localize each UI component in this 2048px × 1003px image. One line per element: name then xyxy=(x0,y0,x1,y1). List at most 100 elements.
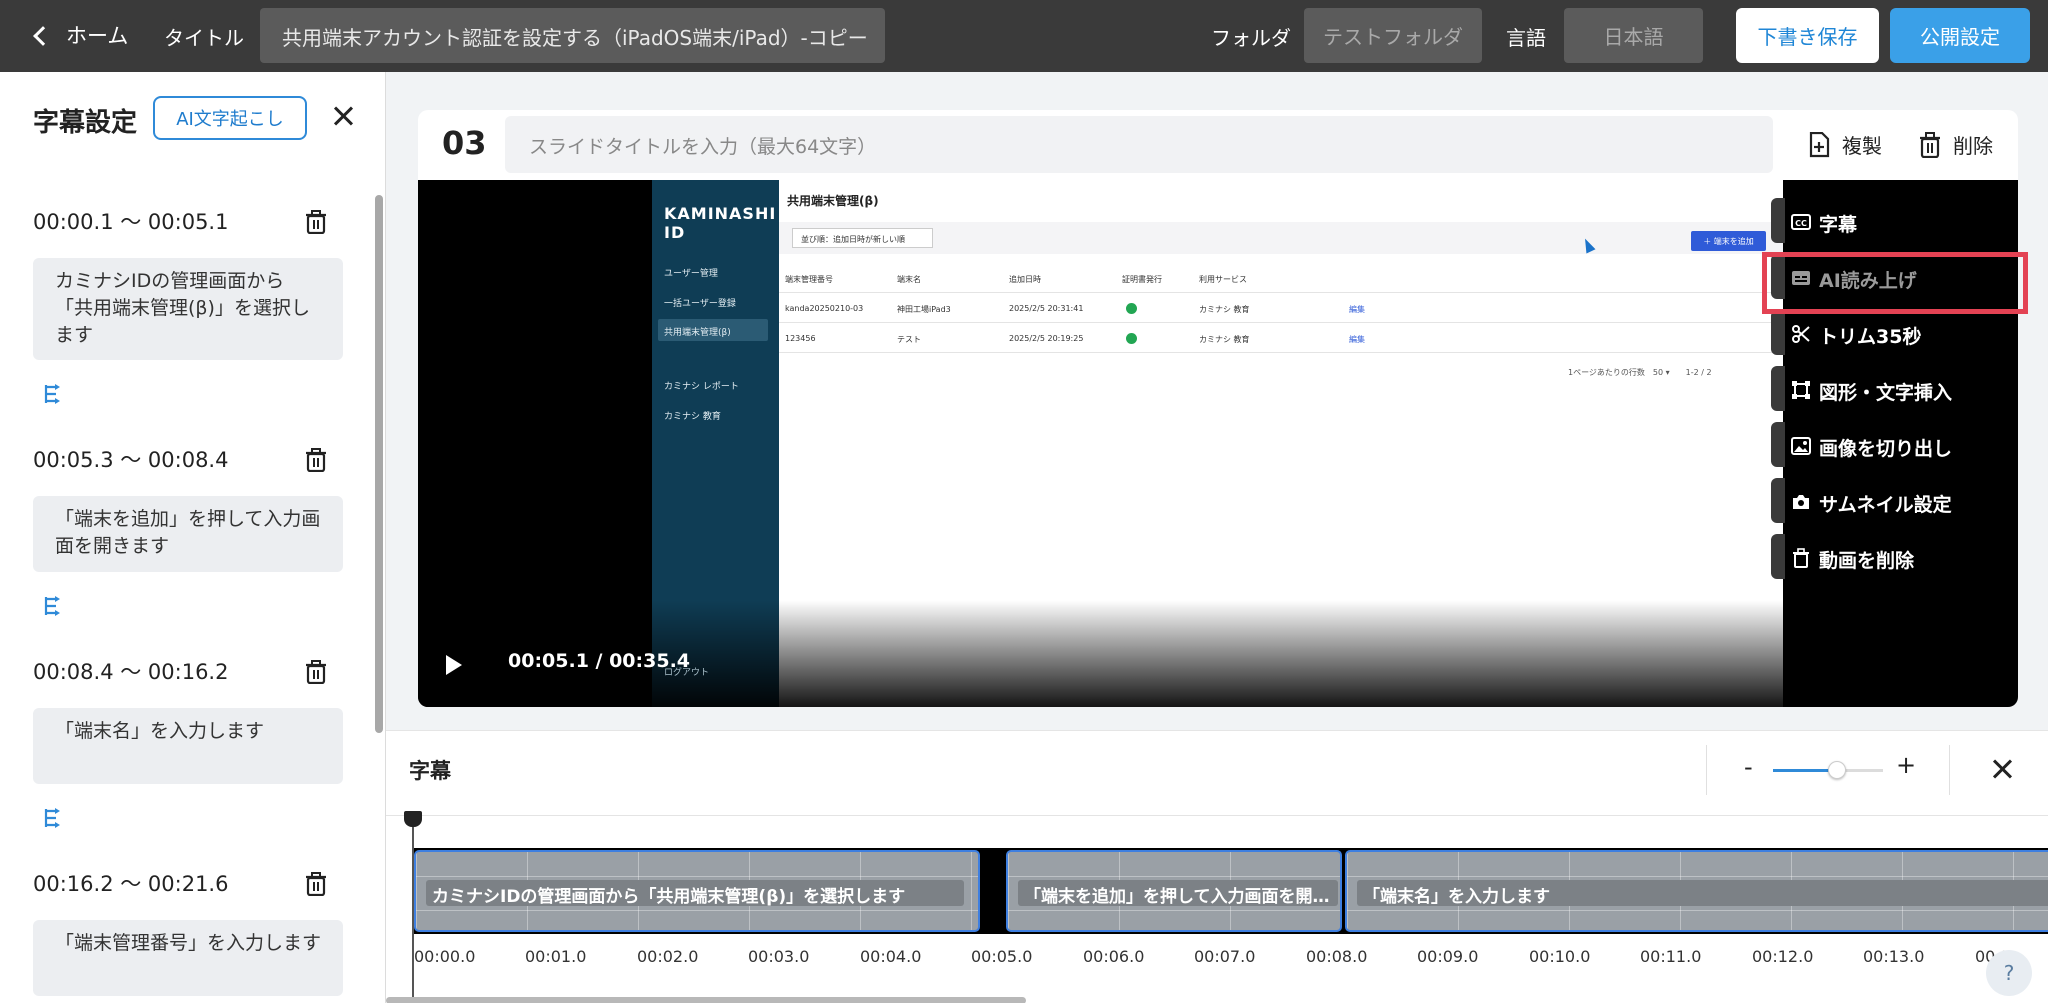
video-cell: kanda20250210-03 xyxy=(785,304,864,313)
video-column-header: 利用サービス xyxy=(1199,275,1247,284)
camera-icon xyxy=(1793,495,1809,509)
timeline-track: カミナシIDの管理画面から「共用端末管理(β)」を選択します 「端末を追加」を押… xyxy=(414,848,2048,934)
shape-icon xyxy=(1792,381,1810,399)
time-tick: 00:11.0 xyxy=(1640,947,1702,966)
segment-text[interactable]: カミナシIDの管理画面から「共用端末管理(β)」を選択します xyxy=(33,258,343,360)
close-icon[interactable] xyxy=(1988,755,2016,783)
playhead[interactable] xyxy=(412,815,414,1003)
trash-icon[interactable] xyxy=(305,660,327,684)
time-tick: 00:01.0 xyxy=(525,947,587,966)
zoom-out-button[interactable]: - xyxy=(1744,753,1753,781)
tool-subtitle[interactable]: CC 字幕 xyxy=(1771,198,2018,252)
time-tick: 00:07.0 xyxy=(1194,947,1256,966)
divider xyxy=(1706,745,1707,795)
play-icon[interactable] xyxy=(446,655,462,675)
duplicate-label: 複製 xyxy=(1842,134,1882,158)
home-button[interactable]: ホーム xyxy=(33,20,129,50)
tool-label: サムネイル設定 xyxy=(1819,494,1952,516)
duplicate-button[interactable]: 複製 xyxy=(1808,130,1882,159)
time-tick: 00:12.0 xyxy=(1752,947,1814,966)
tool-shape-text[interactable]: 図形・文字挿入 xyxy=(1771,366,2018,420)
split-icon[interactable] xyxy=(43,383,67,405)
tool-thumbnail[interactable]: サムネイル設定 xyxy=(1771,478,2018,532)
slide-title-input[interactable]: スライドタイトルを入力（最大64文字） xyxy=(505,116,1773,173)
video-sort-select: 並び順：追加日時が新しい順 xyxy=(792,228,933,248)
help-button[interactable]: ? xyxy=(1986,950,2032,996)
home-label: ホーム xyxy=(66,24,129,48)
tool-delete-video[interactable]: 動画を削除 xyxy=(1771,534,2018,588)
video-row-divider xyxy=(779,292,1783,293)
save-draft-button[interactable]: 下書き保存 xyxy=(1736,8,1879,63)
subtitle-timeline: 字幕 - + カミナシIDの管理画面から「共用端末管理(β)」を選択します 「端… xyxy=(386,730,2048,1003)
timeline-scrollbar[interactable] xyxy=(386,997,1026,1003)
video-column-header: 追加日時 xyxy=(1009,275,1041,284)
publish-settings-button[interactable]: 公開設定 xyxy=(1890,8,2030,63)
delete-label: 削除 xyxy=(1953,134,1993,158)
subtitle-clip[interactable]: 「端末名」を入力します xyxy=(1345,850,2048,932)
panel-scrollbar[interactable] xyxy=(375,195,383,733)
clip-label: カミナシIDの管理画面から「共用端末管理(β)」を選択します xyxy=(426,880,964,906)
trash-icon[interactable] xyxy=(305,210,327,234)
tool-crop-image[interactable]: 画像を切り出し xyxy=(1771,422,2018,476)
video-nav-item: 一括ユーザー登録 xyxy=(664,299,736,309)
time-tick: 00:10.0 xyxy=(1529,947,1591,966)
video-page-title: 共用端末管理(β) xyxy=(787,194,879,208)
tool-trim[interactable]: トリム35秒 xyxy=(1771,310,2018,364)
image-icon xyxy=(1791,437,1811,455)
subtitle-clip[interactable]: カミナシIDの管理画面から「共用端末管理(β)」を選択します xyxy=(414,850,980,932)
svg-text:CC: CC xyxy=(1795,219,1807,228)
video-screen-logo: KAMINASHI ID xyxy=(664,204,777,242)
ai-transcribe-button[interactable]: AI文字起こし xyxy=(153,96,307,140)
subtitle-segment: 00:16.2 〜 00:21.6 「端末管理番号」を入力します xyxy=(33,868,343,996)
clip-line xyxy=(1347,910,2048,911)
tool-tab xyxy=(1771,478,1785,523)
segment-text[interactable]: 「端末管理番号」を入力します xyxy=(33,920,343,996)
scissors-icon xyxy=(1792,325,1810,343)
divider xyxy=(1949,745,1950,795)
trash-icon[interactable] xyxy=(305,448,327,472)
language-select[interactable]: 日本語 xyxy=(1564,8,1703,63)
tool-ai-narration[interactable]: AI読み上げ xyxy=(1771,254,2018,308)
timeline-title: 字幕 xyxy=(409,759,451,783)
segment-text[interactable]: 「端末を追加」を押して入力画面を開きます xyxy=(33,496,343,572)
title-input[interactable]: 共用端末アカウント認証を設定する（iPadOS端末/iPad）-コピー xyxy=(260,8,885,63)
language-label: 言語 xyxy=(1506,26,1546,50)
subtitles-icon xyxy=(1792,271,1810,285)
zoom-slider[interactable] xyxy=(1773,761,1883,779)
tool-label: 動画を削除 xyxy=(1819,550,1915,572)
video-nav-item: カミナシ レポート xyxy=(664,382,739,392)
duplicate-icon xyxy=(1809,131,1830,157)
tool-tab xyxy=(1771,310,1785,355)
segment-text[interactable]: 「端末名」を入力します xyxy=(33,708,343,784)
video-nav-item: 共用端末管理(β) xyxy=(658,319,768,341)
time-tick: 00:00.0 xyxy=(414,947,476,966)
zoom-in-button[interactable]: + xyxy=(1896,751,1916,779)
close-icon[interactable] xyxy=(328,102,358,132)
folder-select[interactable]: テストフォルダ xyxy=(1304,8,1482,63)
divider xyxy=(386,815,2048,816)
video-cell: 2025/2/5 20:31:41 xyxy=(1009,304,1084,313)
time-tick: 00:02.0 xyxy=(637,947,699,966)
video-column-header: 証明書発行 xyxy=(1122,275,1162,284)
subtitle-clip[interactable]: 「端末を追加」を押して入力画面を開き… xyxy=(1006,850,1342,932)
video-cell: カミナシ 教育 xyxy=(1199,305,1250,314)
trash-icon[interactable] xyxy=(305,872,327,896)
playhead-handle[interactable] xyxy=(404,811,422,827)
video-cell: 2025/2/5 20:19:25 xyxy=(1009,334,1084,343)
clip-line xyxy=(1008,910,1340,911)
slide-number: 03 xyxy=(442,124,487,162)
tool-tab xyxy=(1771,534,1785,579)
video-column-header: 端末管理番号 xyxy=(785,275,833,284)
video-row-divider xyxy=(779,352,1783,353)
trash-icon xyxy=(1793,548,1809,568)
clip-label: 「端末を追加」を押して入力画面を開き… xyxy=(1018,880,1338,906)
tool-label: 図形・文字挿入 xyxy=(1819,382,1953,404)
split-icon[interactable] xyxy=(43,595,67,617)
split-icon[interactable] xyxy=(43,807,67,829)
video-add-device-button: ＋ 端末を追加 xyxy=(1691,231,1766,251)
video-player[interactable]: KAMINASHI ID ユーザー管理 一括ユーザー登録 共用端末管理(β) カ… xyxy=(418,180,2018,707)
segment-time: 00:16.2 〜 00:21.6 xyxy=(33,872,229,896)
delete-button[interactable]: 削除 xyxy=(1919,130,1993,159)
zoom-slider-handle[interactable] xyxy=(1827,761,1846,779)
tool-label: トリム35秒 xyxy=(1819,326,1922,348)
